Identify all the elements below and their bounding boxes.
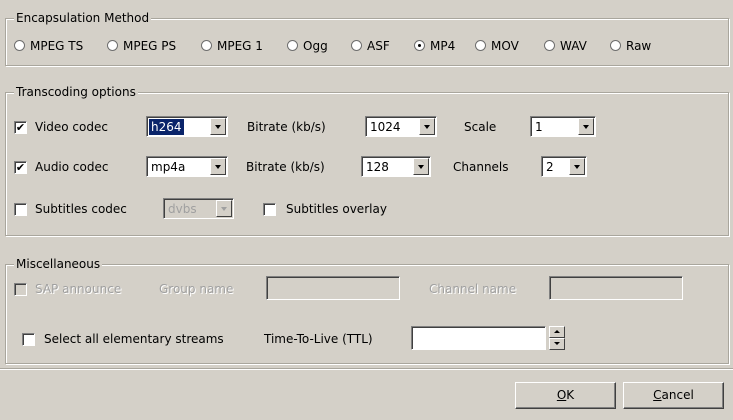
audio-bitrate-dropdown-arrow-icon[interactable]: [413, 158, 429, 175]
subtitles-codec-checkbox[interactable]: [14, 203, 27, 216]
radio-raw-label[interactable]: Raw: [626, 38, 651, 54]
ok-button[interactable]: OK: [515, 382, 616, 409]
video-codec-label[interactable]: Video codec: [35, 119, 108, 135]
radio-mpeg-ps-circle[interactable]: [107, 40, 118, 51]
subtitles-overlay-checkbox[interactable]: [263, 203, 276, 216]
group-name-label: Group name: [159, 282, 234, 296]
transcoding-group: Transcoding options ✔ Video codec h264 B…: [5, 84, 729, 236]
audio-codec-select[interactable]: mp4a: [146, 156, 228, 177]
encapsulation-group: Encapsulation Method MPEG TS MPEG PS MPE…: [5, 10, 729, 66]
subtitles-codec-select[interactable]: dvbs: [163, 198, 234, 219]
radio-mp4-label[interactable]: MP4: [430, 38, 455, 54]
ttl-spinner[interactable]: [549, 326, 565, 350]
channels-select[interactable]: 2: [541, 156, 587, 177]
radio-asf-circle[interactable]: [351, 40, 362, 51]
cancel-button-mnemonic: C: [653, 388, 662, 402]
audio-bitrate-select[interactable]: 128: [361, 156, 431, 177]
audio-bitrate-label: Bitrate (kb/s): [246, 160, 325, 174]
radio-mpeg-1-label[interactable]: MPEG 1: [217, 38, 263, 54]
video-bitrate-select[interactable]: 1024: [365, 116, 437, 137]
video-codec-value: h264: [149, 119, 184, 135]
sap-announce-label[interactable]: SAP announce: [35, 281, 121, 297]
sap-announce-checkbox[interactable]: [14, 283, 27, 296]
video-bitrate-value: 1024: [370, 120, 401, 134]
ttl-increment-arrow-icon[interactable]: [549, 326, 565, 338]
audio-codec-checkbox[interactable]: ✔: [14, 161, 27, 174]
audio-codec-value: mp4a: [151, 160, 186, 174]
video-bitrate-dropdown-arrow-icon[interactable]: [419, 118, 435, 135]
scale-select[interactable]: 1: [530, 116, 596, 137]
radio-asf-label[interactable]: ASF: [367, 38, 390, 54]
cancel-button-label-rest: ancel: [661, 388, 694, 402]
scale-value: 1: [535, 120, 543, 134]
channels-value: 2: [546, 160, 554, 174]
transcoding-legend: Transcoding options: [14, 84, 138, 100]
radio-mpeg-ps-label[interactable]: MPEG PS: [123, 38, 176, 54]
ttl-decrement-arrow-icon[interactable]: [549, 338, 565, 350]
radio-raw-circle[interactable]: [610, 40, 621, 51]
select-all-streams-label[interactable]: Select all elementary streams: [44, 331, 224, 347]
radio-mpeg-1-circle[interactable]: [201, 40, 212, 51]
miscellaneous-group: Miscellaneous SAP announce Group name Ch…: [5, 256, 729, 364]
video-bitrate-label: Bitrate (kb/s): [247, 120, 326, 134]
group-name-input[interactable]: [266, 276, 400, 300]
channel-name-label: Channel name: [429, 282, 517, 296]
video-codec-dropdown-arrow-icon[interactable]: [210, 118, 226, 135]
ok-button-mnemonic: O: [556, 388, 567, 402]
radio-mpeg-ts-label[interactable]: MPEG TS: [30, 38, 83, 54]
cancel-button[interactable]: Cancel: [623, 382, 724, 409]
subtitles-codec-dropdown-arrow-icon[interactable]: [216, 200, 232, 217]
channels-dropdown-arrow-icon[interactable]: [569, 158, 585, 175]
radio-mp4-circle[interactable]: [414, 40, 425, 51]
radio-ogg-circle[interactable]: [287, 40, 298, 51]
channels-label: Channels: [453, 160, 509, 174]
radio-mpeg-ts-circle[interactable]: [14, 40, 25, 51]
subtitles-overlay-label[interactable]: Subtitles overlay: [286, 201, 387, 217]
scale-label: Scale: [464, 120, 497, 134]
channel-name-input[interactable]: [549, 276, 683, 300]
ok-button-label-rest: K: [566, 388, 575, 402]
radio-mov-label[interactable]: MOV: [491, 38, 519, 54]
radio-mov-circle[interactable]: [475, 40, 486, 51]
radio-ogg-label[interactable]: Ogg: [303, 38, 328, 54]
bottom-separator: [0, 368, 733, 370]
ttl-input[interactable]: [411, 326, 546, 350]
video-codec-select[interactable]: h264: [146, 116, 228, 137]
subtitles-codec-value: dvbs: [168, 202, 197, 216]
video-codec-checkbox[interactable]: ✔: [14, 121, 27, 134]
miscellaneous-legend: Miscellaneous: [14, 256, 103, 272]
audio-codec-label[interactable]: Audio codec: [35, 159, 108, 175]
audio-codec-dropdown-arrow-icon[interactable]: [210, 158, 226, 175]
radio-wav-label[interactable]: WAV: [560, 38, 587, 54]
encapsulation-legend: Encapsulation Method: [14, 10, 152, 26]
select-all-streams-checkbox[interactable]: [22, 333, 35, 346]
subtitles-codec-label[interactable]: Subtitles codec: [35, 201, 127, 217]
scale-dropdown-arrow-icon[interactable]: [578, 118, 594, 135]
audio-bitrate-value: 128: [366, 160, 389, 174]
radio-wav-circle[interactable]: [544, 40, 555, 51]
ttl-label: Time-To-Live (TTL): [264, 332, 373, 346]
